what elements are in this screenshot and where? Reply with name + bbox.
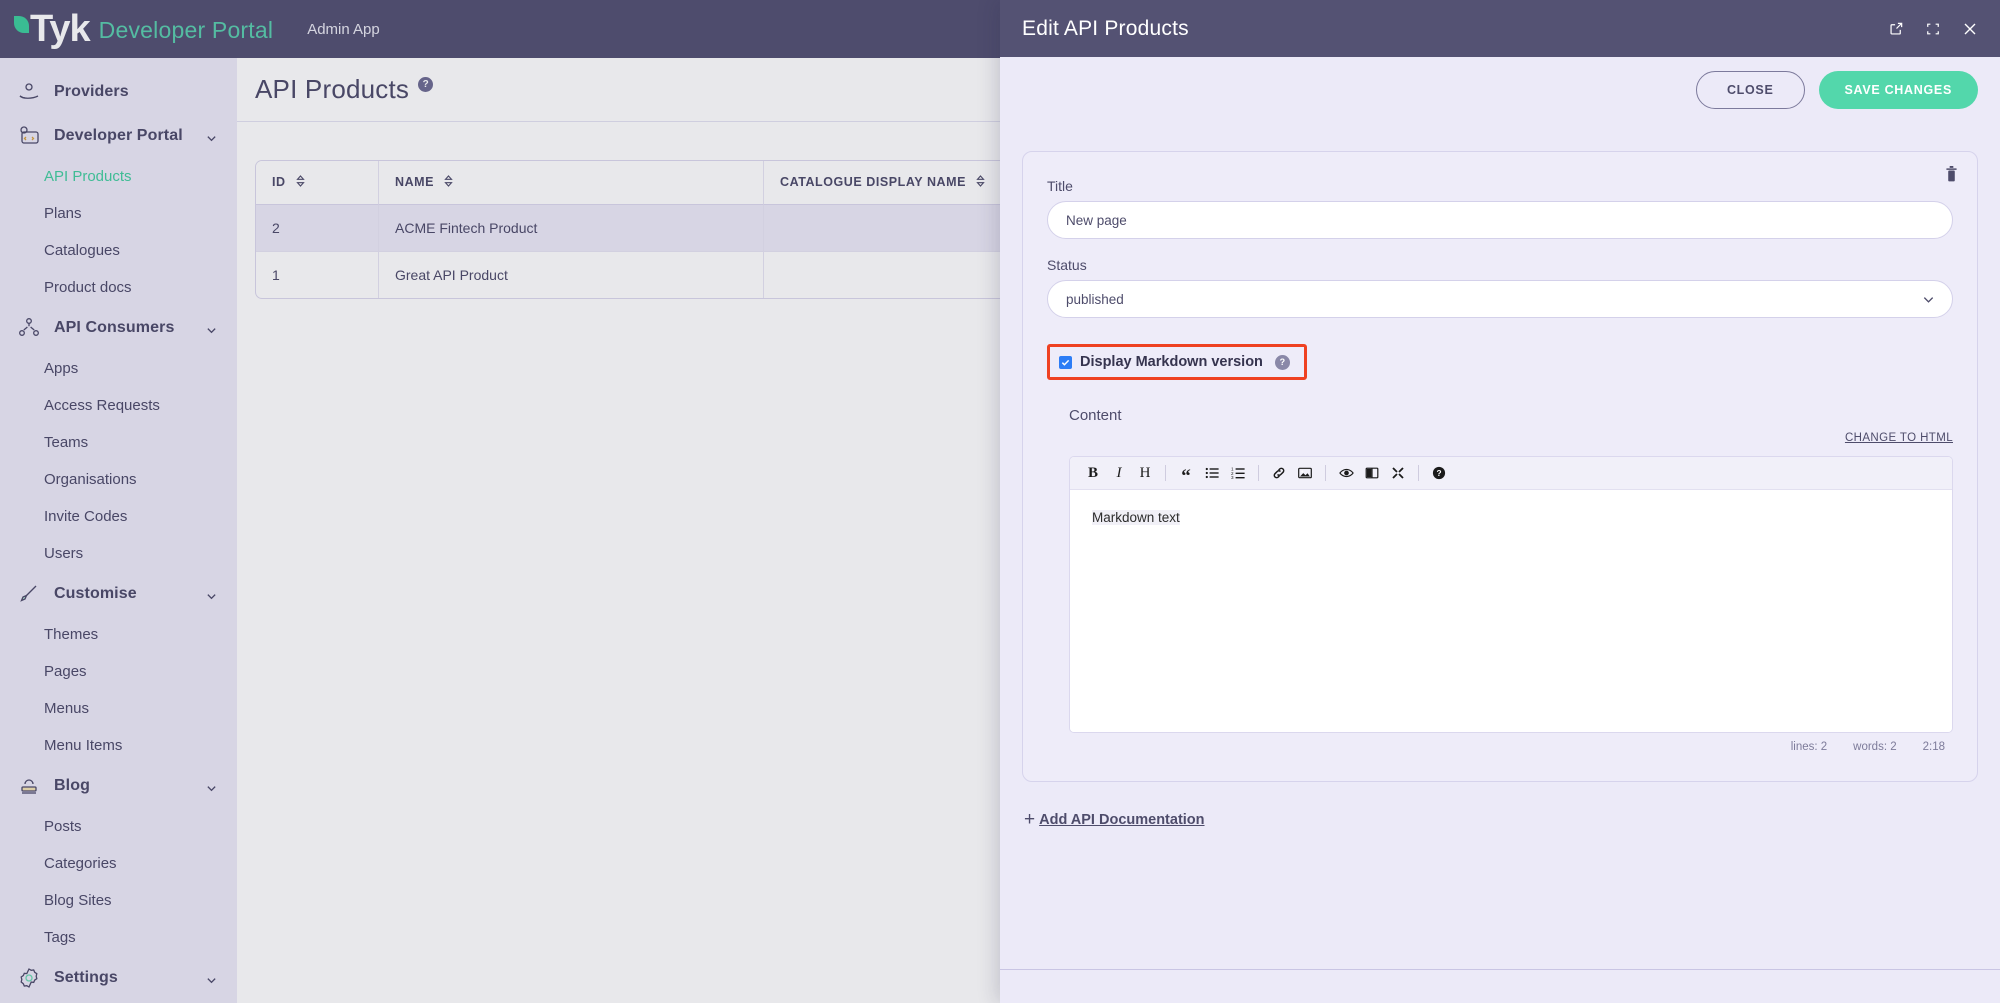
modal-header: Edit API Products (1000, 0, 2000, 57)
editor-words-count: words: 2 (1853, 741, 1896, 753)
add-api-documentation-label: Add API Documentation (1039, 812, 1204, 828)
status-field-label: Status (1047, 257, 1953, 273)
delete-icon[interactable] (1941, 164, 1961, 184)
edit-api-products-modal: Edit API Products (1000, 0, 2000, 1003)
display-markdown-help-icon[interactable]: ? (1275, 355, 1290, 370)
bold-icon[interactable]: B (1080, 460, 1106, 486)
close-button[interactable]: CLOSE (1696, 71, 1805, 109)
toolbar-separator (1258, 465, 1259, 481)
api-documentation-card: Title Status published Display Markdown (1022, 151, 1978, 782)
status-select[interactable]: published (1047, 280, 1953, 318)
editor-lines-count: lines: 2 (1791, 741, 1827, 753)
unordered-list-icon[interactable] (1199, 460, 1225, 486)
chevron-down-icon[interactable] (1922, 293, 1935, 311)
italic-icon[interactable]: I (1106, 460, 1132, 486)
markdown-editor-text: Markdown text (1092, 510, 1180, 525)
app-root: Tyk Developer Portal Admin App Providers (0, 0, 2000, 1003)
display-markdown-version-row[interactable]: Display Markdown version ? (1047, 344, 1307, 380)
modal-body: Title Status published Display Markdown (1000, 123, 2000, 1003)
add-api-documentation-button[interactable]: + Add API Documentation (1024, 810, 1205, 829)
link-icon[interactable] (1266, 460, 1292, 486)
svg-text:?: ? (1436, 468, 1441, 478)
modal-action-bar: CLOSE SAVE CHANGES (1000, 57, 2000, 123)
toolbar-separator (1165, 465, 1166, 481)
image-icon[interactable] (1292, 460, 1318, 486)
modal-header-icons (1889, 21, 1978, 37)
markdown-editor-toolbar: B I H “ (1070, 457, 1952, 490)
fullscreen-icon[interactable] (1385, 460, 1411, 486)
editor-cursor-position: 2:18 (1923, 741, 1945, 753)
markdown-editor: B I H “ (1069, 456, 1953, 733)
change-to-html-link[interactable]: CHANGE TO HTML (1845, 432, 1953, 444)
open-external-icon[interactable] (1889, 21, 1904, 36)
modal-title: Edit API Products (1022, 17, 1889, 41)
side-by-side-icon[interactable] (1359, 460, 1385, 486)
plus-icon: + (1024, 810, 1035, 829)
editor-status-bar: lines: 2 words: 2 2:18 (1069, 733, 1953, 753)
toolbar-separator (1418, 465, 1419, 481)
change-format-row: CHANGE TO HTML (1069, 432, 1953, 444)
title-input[interactable] (1047, 201, 1953, 239)
toolbar-separator (1325, 465, 1326, 481)
quote-icon[interactable]: “ (1173, 460, 1199, 486)
markdown-editor-area[interactable]: Markdown text (1070, 490, 1952, 732)
help-icon[interactable]: ? (1426, 460, 1452, 486)
expand-icon[interactable] (1926, 22, 1940, 36)
title-field-label: Title (1047, 178, 1953, 194)
ordered-list-icon[interactable]: 1 2 3 (1225, 460, 1251, 486)
display-markdown-label: Display Markdown version (1080, 354, 1263, 370)
preview-eye-icon[interactable] (1333, 460, 1359, 486)
svg-text:3: 3 (1231, 475, 1234, 480)
status-select-wrap: published (1047, 280, 1953, 318)
content-block: Content CHANGE TO HTML B I H “ (1047, 407, 1953, 753)
status-select-value: published (1066, 292, 1124, 307)
save-changes-button[interactable]: SAVE CHANGES (1819, 71, 1979, 109)
close-icon[interactable] (1962, 21, 1978, 37)
content-label: Content (1069, 407, 1953, 424)
display-markdown-checkbox[interactable] (1059, 356, 1072, 369)
heading-icon[interactable]: H (1132, 460, 1158, 486)
modal-footer-divider (1000, 969, 2000, 970)
